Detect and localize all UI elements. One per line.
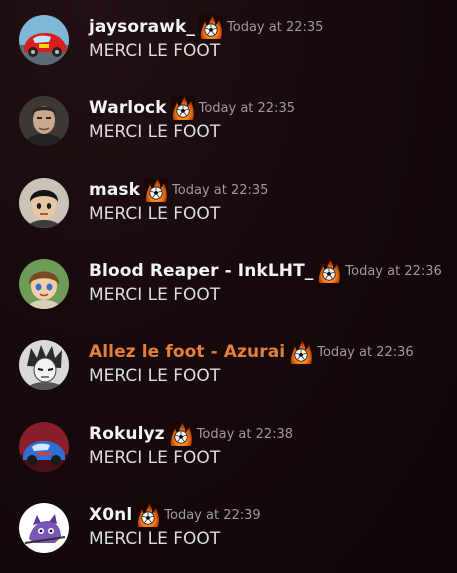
portrait-man-avatar[interactable] — [19, 96, 69, 146]
message-item: jaysorawk_ Today at 22:35 MERCI LE FOOT — [0, 15, 457, 75]
message-item: Rokulyz Today at 22:38 MERCI LE FOOT — [0, 422, 457, 482]
message-timestamp[interactable]: Today at 22:35 — [227, 20, 323, 35]
message-content: MERCI LE FOOT — [89, 204, 221, 224]
message-timestamp[interactable]: Today at 22:39 — [164, 508, 260, 523]
message-content: MERCI LE FOOT — [89, 529, 221, 549]
username[interactable]: Blood Reaper - InkLHT_ — [89, 261, 313, 281]
message-header: X0nl Today at 22:39 — [89, 503, 261, 527]
message-content: MERCI LE FOOT — [89, 366, 221, 386]
message-header: Allez le foot - Azurai Today at 22:36 — [89, 340, 414, 364]
purple-creature-avatar[interactable] — [19, 503, 69, 553]
flame-ball-badge-icon[interactable] — [171, 96, 195, 120]
username[interactable]: Warlock — [89, 98, 167, 118]
username[interactable]: mask — [89, 180, 140, 200]
message-content: MERCI LE FOOT — [89, 41, 221, 61]
username[interactable]: jaysorawk_ — [89, 17, 195, 37]
message-content: MERCI LE FOOT — [89, 448, 221, 468]
message-timestamp[interactable]: Today at 22:36 — [345, 264, 441, 279]
message-item: X0nl Today at 22:39 MERCI LE FOOT — [0, 503, 457, 563]
message-timestamp[interactable]: Today at 22:35 — [199, 101, 295, 116]
message-header: Rokulyz Today at 22:38 — [89, 422, 293, 446]
message-header: Blood Reaper - InkLHT_ Today at 22:36 — [89, 259, 442, 283]
flame-ball-badge-icon[interactable] — [289, 340, 313, 364]
flame-ball-badge-icon[interactable] — [169, 422, 193, 446]
message-timestamp[interactable]: Today at 22:36 — [317, 345, 413, 360]
message-header: mask Today at 22:35 — [89, 178, 268, 202]
flame-ball-badge-icon[interactable] — [317, 259, 341, 283]
flame-ball-badge-icon[interactable] — [199, 15, 223, 39]
message-timestamp[interactable]: Today at 22:38 — [197, 427, 293, 442]
message-item: mask Today at 22:35 MERCI LE FOOT — [0, 178, 457, 238]
message-header: jaysorawk_ Today at 22:35 — [89, 15, 323, 39]
message-content: MERCI LE FOOT — [89, 285, 221, 305]
username[interactable]: X0nl — [89, 505, 132, 525]
anime-boy-avatar[interactable] — [19, 178, 69, 228]
red-race-car-avatar[interactable] — [19, 15, 69, 65]
username[interactable]: Rokulyz — [89, 424, 165, 444]
blue-race-car-avatar[interactable] — [19, 422, 69, 472]
flame-ball-badge-icon[interactable] — [136, 503, 160, 527]
flame-ball-badge-icon[interactable] — [144, 178, 168, 202]
message-header: Warlock Today at 22:35 — [89, 96, 295, 120]
message-item: Warlock Today at 22:35 MERCI LE FOOT — [0, 96, 457, 156]
message-item: Allez le foot - Azurai Today at 22:36 ME… — [0, 340, 457, 400]
username[interactable]: Allez le foot - Azurai — [89, 342, 285, 362]
anime-kid-avatar[interactable] — [19, 259, 69, 309]
manga-character-avatar[interactable] — [19, 340, 69, 390]
message-item: Blood Reaper - InkLHT_ Today at 22:36 ME… — [0, 259, 457, 319]
message-content: MERCI LE FOOT — [89, 122, 221, 142]
message-timestamp[interactable]: Today at 22:35 — [172, 183, 268, 198]
